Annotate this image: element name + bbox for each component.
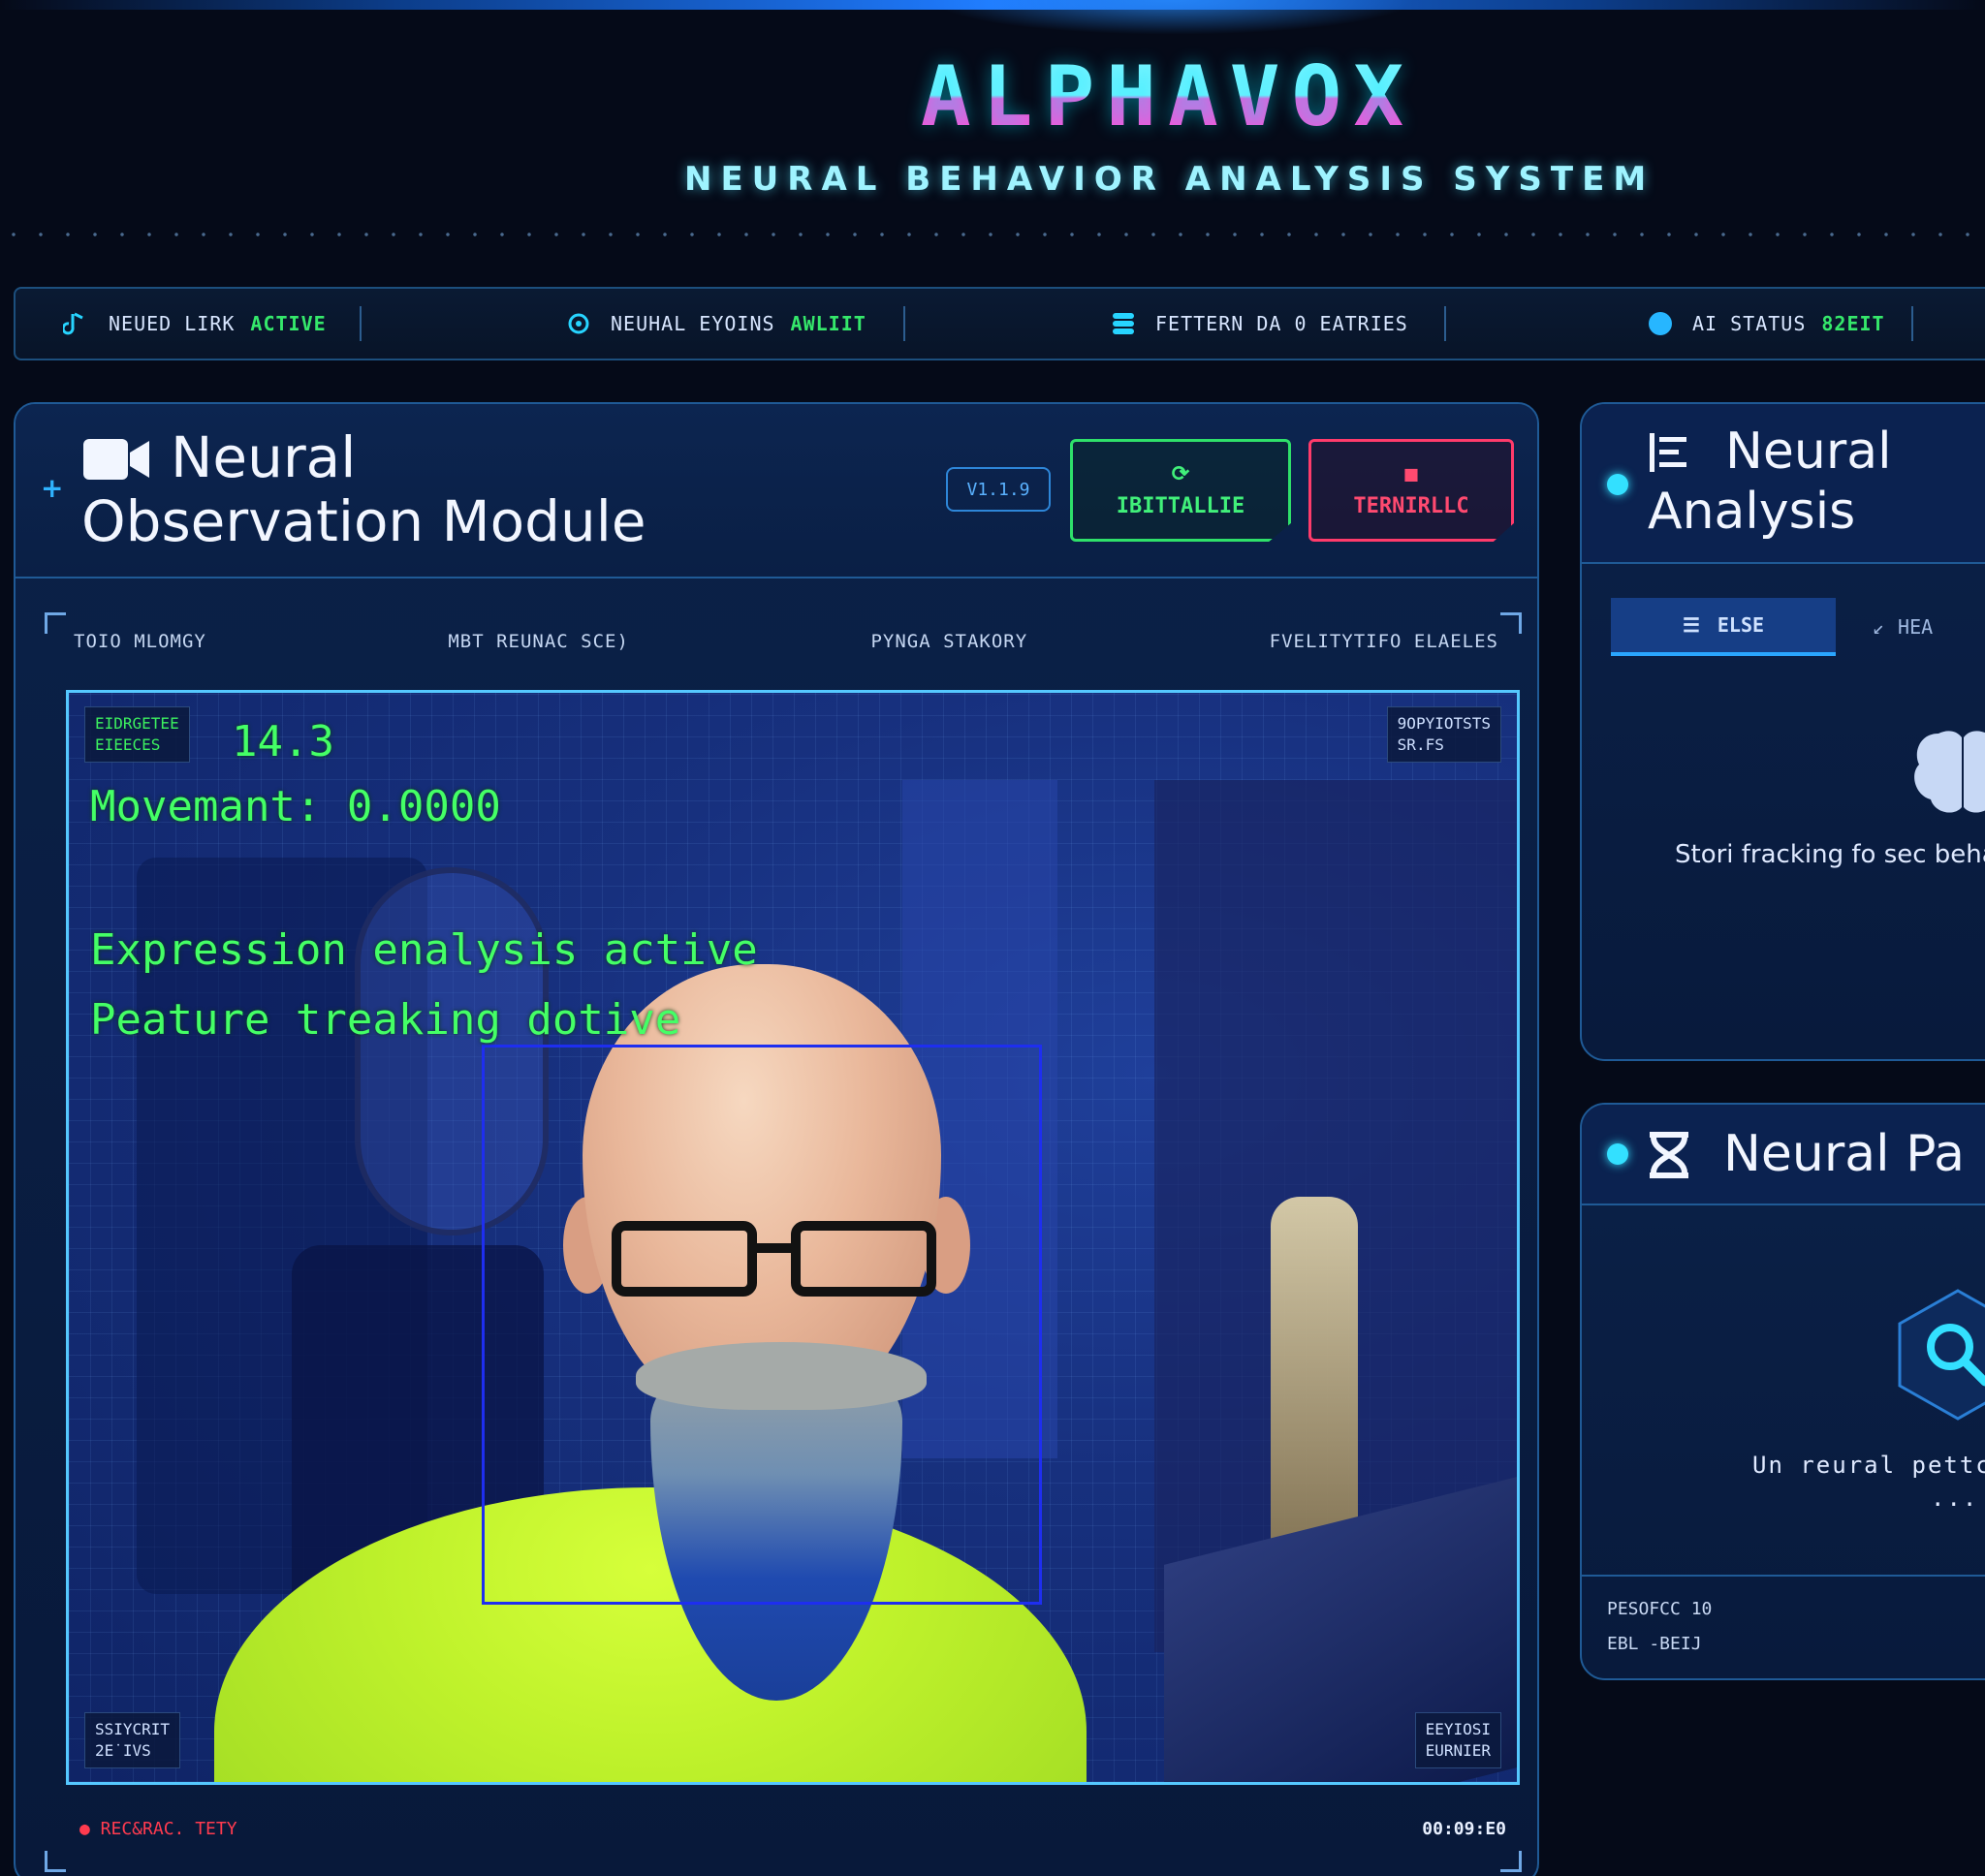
tab-label: HEA: [1898, 615, 1934, 639]
corner-bracket: [1500, 612, 1522, 634]
chart-icon: ↙: [1873, 615, 1885, 639]
dotted-divider: [0, 233, 1985, 236]
status-divider: [903, 306, 905, 341]
frame-labels: TOIO MLOMGY MBT REUNAC SCE) PYNGA STAKOR…: [74, 612, 1498, 671]
fps-value: 14.3: [232, 717, 334, 766]
database-icon: [1109, 309, 1138, 338]
neural-analysis-panel: Neural Analysis ☰ ELSE ↙ HEA Stori frack…: [1580, 402, 1985, 1061]
status-value: ACTIVE: [250, 312, 327, 335]
status-value: AWLIIT: [790, 312, 866, 335]
status-divider: [1444, 306, 1446, 341]
neural-analysis-hint: Stori fracking fo sec behav: [1675, 840, 1985, 869]
status-dot-icon: [1607, 474, 1628, 495]
terminate-button-label: TERNIRLLC: [1353, 494, 1469, 518]
link-icon: [62, 309, 91, 338]
status-neural-link: NEUED LIRK ACTIVE: [62, 289, 327, 359]
panel-divider: [1582, 1575, 1985, 1577]
status-label: NEUED LIRK: [109, 312, 236, 335]
corner-bracket: [45, 1851, 66, 1872]
top-right-chip: 9OPYIOTSTS SR.FS: [1386, 706, 1501, 763]
version-badge: V1.1.9: [946, 467, 1051, 512]
status-divider: [1911, 306, 1913, 341]
brain-icon: [1914, 731, 1985, 813]
app-subtitle: NEURAL BEHAVIOR ANALYSIS SYSTEM: [684, 160, 1655, 199]
chip-line: SR.FS: [1397, 735, 1444, 754]
neural-analysis-title: Neural Analysis: [1648, 422, 1892, 541]
corner-bracket: [45, 612, 66, 634]
list-icon: ☰: [1682, 613, 1700, 637]
status-label: NEUHAL EYOINS: [611, 312, 775, 335]
camera-feed: EIDRGETEE EIEECES 14.3 Movemant: 0.0000 …: [66, 690, 1520, 1785]
top-glow-highlight: [930, 0, 1415, 35]
frame-label: TOIO MLOMGY: [74, 631, 206, 652]
chip-line: EEYIOSI: [1425, 1720, 1491, 1738]
patterns-meta: PESOFCC 10: [1607, 1599, 1713, 1619]
bottom-right-chip: EEYIOSI EURNIER: [1414, 1712, 1501, 1768]
frame-label: MBT REUNAC SCE): [448, 631, 629, 652]
chip-line: SSIYCRIT: [95, 1720, 171, 1738]
neural-patterns-title: Neural Pa: [1723, 1125, 1965, 1183]
frame-label: PYNGA STAKORY: [870, 631, 1028, 652]
observation-header: + Neural Observation Module V1.1.9 ⟳ IBI…: [16, 404, 1537, 578]
status-neural-engine: NEUHAL EYOINS AWLIIT: [564, 289, 866, 359]
search-icon: [1898, 1289, 1985, 1421]
initialize-button-label: IBITTALLIE: [1116, 494, 1245, 518]
initialize-button[interactable]: ⟳ IBITTALLIE: [1070, 439, 1291, 542]
chip-line: EIEECES: [95, 735, 161, 754]
recording-timer: 00:09:E0: [1422, 1818, 1506, 1839]
feature-tracking-status: Peature treaking dotive: [90, 995, 681, 1045]
patterns-meta: EBL -BEIJ: [1607, 1634, 1702, 1654]
video-frame: TOIO MLOMGY MBT REUNAC SCE) PYNGA STAKOR…: [45, 612, 1522, 1872]
fps-chip: EIDRGETEE EIEECES: [84, 706, 190, 763]
loading-dots: ...: [1931, 1485, 1979, 1512]
status-bar: NEUED LIRK ACTIVE NEUHAL EYOINS AWLIIT F…: [14, 287, 1985, 360]
face-detection-box: [482, 1045, 1042, 1605]
bottom-left-chip: SSIYCRIT 2E˙IVS: [84, 1712, 181, 1768]
video-footer: ● REC&RAC. TETY 00:09:E0: [66, 1799, 1520, 1858]
status-dot-icon: [1646, 309, 1675, 338]
neural-patterns-hint: Un reural pettc: [1752, 1452, 1985, 1479]
status-value: 82EIT: [1821, 312, 1885, 335]
status-ai: AI STATUS 82EIT: [1646, 289, 1885, 359]
chip-line: 9OPYIOTSTS: [1397, 714, 1491, 733]
neural-patterns-header: Neural Pa: [1582, 1105, 1985, 1205]
status-dot-icon: [1607, 1143, 1628, 1165]
sync-icon: [564, 309, 593, 338]
movement-readout: Movemant: 0.0000: [90, 782, 501, 831]
tab-heatmap[interactable]: ↙ HEA: [1873, 598, 1985, 656]
neural-analysis-header: Neural Analysis: [1582, 404, 1985, 564]
plus-icon: +: [41, 472, 64, 504]
neural-patterns-panel: Neural Pa Un reural pettc ... PESOFCC 10…: [1580, 1103, 1985, 1680]
tab-else[interactable]: ☰ ELSE: [1611, 598, 1836, 656]
recording-indicator: ● REC&RAC. TETY: [79, 1818, 237, 1839]
power-icon: ⟳: [1171, 462, 1190, 486]
tab-label: ELSE: [1717, 613, 1765, 637]
stop-icon: ■: [1404, 462, 1418, 486]
app-logo: ALPHAVOX: [853, 53, 1483, 141]
chip-line: 2E˙IVS: [95, 1741, 151, 1760]
status-divider: [360, 306, 362, 341]
frame-label: FVELITYTIFO ELAELES: [1269, 631, 1498, 652]
observation-title: Neural Observation Module: [81, 424, 646, 554]
terminate-button[interactable]: ■ TERNIRLLC: [1308, 439, 1514, 542]
status-label: AI STATUS: [1692, 312, 1807, 335]
chip-line: EIDRGETEE: [95, 714, 179, 733]
status-pattern-db: FETTERN DA 0 EATRIES: [1109, 289, 1424, 359]
dna-icon: [1650, 1132, 1688, 1178]
chip-line: EURNIER: [1425, 1741, 1491, 1760]
status-label: FETTERN DA 0 EATRIES: [1155, 312, 1408, 335]
expression-status: Expression enalysis active: [90, 925, 758, 975]
observation-panel: + Neural Observation Module V1.1.9 ⟳ IBI…: [14, 402, 1539, 1876]
